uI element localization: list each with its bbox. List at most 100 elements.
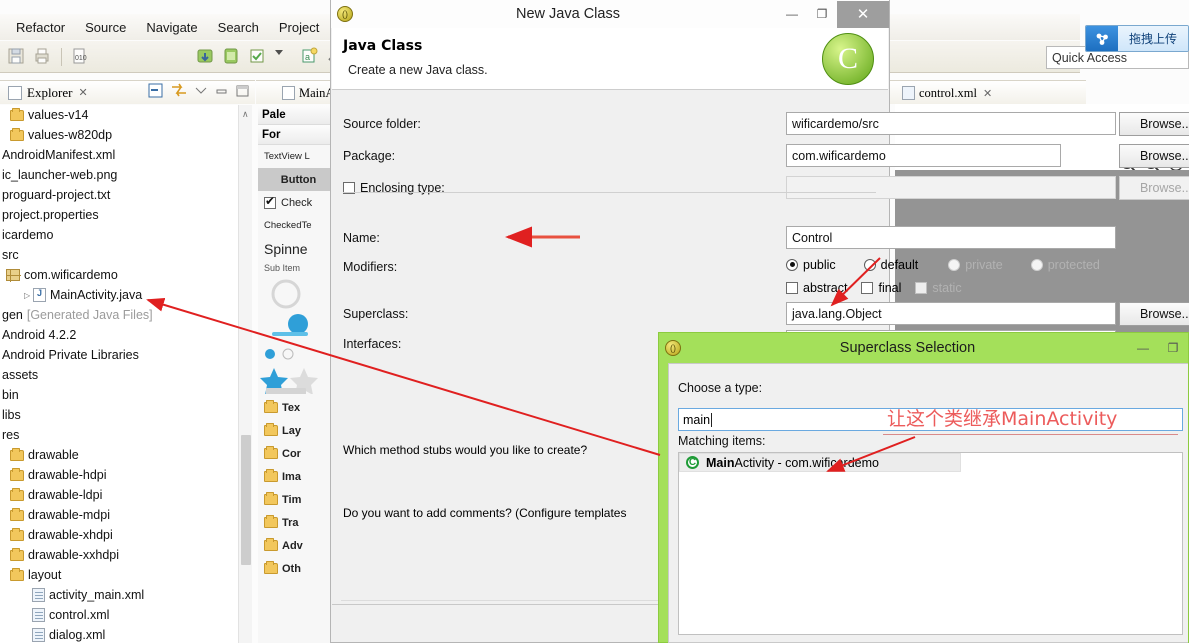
- tree-item[interactable]: drawable: [0, 445, 238, 465]
- link-with-editor-icon[interactable]: [171, 83, 187, 101]
- superclass-input[interactable]: java.lang.Object: [786, 302, 1116, 325]
- tree-item[interactable]: com.wificardemo: [0, 265, 238, 285]
- maximize-button[interactable]: ❐: [1158, 335, 1188, 362]
- modifier-option-public[interactable]: public: [786, 258, 836, 272]
- list-item[interactable]: C MainActivity - com.wificardemo: [679, 453, 961, 472]
- view-menu-icon[interactable]: [195, 85, 207, 99]
- minimize-button[interactable]: —: [1128, 335, 1158, 362]
- android-sdk-manager-icon[interactable]: [195, 46, 217, 68]
- matching-items-list[interactable]: C MainActivity - com.wificardemo: [678, 452, 1183, 635]
- binary-file-icon[interactable]: 010: [69, 46, 91, 68]
- save-icon[interactable]: [6, 46, 28, 68]
- menu-item-source[interactable]: Source: [75, 18, 136, 37]
- palette-group[interactable]: For: [258, 125, 339, 145]
- tree-item[interactable]: drawable-ldpi: [0, 485, 238, 505]
- tree-item[interactable]: layout: [0, 565, 238, 585]
- print-icon[interactable]: [32, 46, 54, 68]
- editor-tab-controlxml[interactable]: control.xml ✕: [896, 81, 998, 105]
- maximize-button[interactable]: ❐: [807, 1, 837, 28]
- palette-item[interactable]: Button: [258, 168, 339, 191]
- tree-item[interactable]: Android 4.2.2: [0, 325, 238, 345]
- android-avd-manager-icon[interactable]: [221, 46, 243, 68]
- drag-upload-button[interactable]: 拖拽上传: [1085, 25, 1189, 52]
- close-icon[interactable]: ✕: [78, 86, 87, 99]
- modifier-option-default[interactable]: default: [863, 258, 918, 272]
- tree-item[interactable]: AndroidManifest.xml: [0, 145, 238, 165]
- palette-item[interactable]: Spinne: [258, 237, 339, 260]
- tree-item[interactable]: ▷ MainActivity.java: [0, 285, 238, 305]
- tree-item[interactable]: control.xml: [0, 605, 238, 625]
- palette-item[interactable]: Lay: [258, 419, 339, 442]
- enclosing-type-row[interactable]: Enclosing type:: [343, 176, 493, 200]
- tree-item[interactable]: drawable-xxhdpi: [0, 545, 238, 565]
- menu-item-search[interactable]: Search: [208, 18, 269, 37]
- close-button[interactable]: ✕: [837, 0, 889, 28]
- source-folder-input[interactable]: wificardemo/src: [786, 112, 1116, 135]
- menu-item-project[interactable]: Project: [269, 18, 329, 37]
- minimize-view-icon[interactable]: [215, 85, 228, 99]
- explorer-scrollbar[interactable]: ∧: [238, 105, 252, 643]
- tree-item[interactable]: res: [0, 425, 238, 445]
- check-icon[interactable]: [247, 46, 269, 68]
- package-explorer-tree[interactable]: values-v14 values-w820dp AndroidManifest.x…: [0, 105, 238, 643]
- dialog-title: New Java Class: [516, 6, 620, 22]
- tree-item[interactable]: gen [Generated Java Files]: [0, 305, 238, 325]
- tree-item[interactable]: values-w820dp: [0, 125, 238, 145]
- close-icon[interactable]: ✕: [983, 87, 992, 100]
- palette-item[interactable]: Cor: [258, 442, 339, 465]
- scrollbar-thumb[interactable]: [241, 435, 251, 565]
- chevron-down-icon[interactable]: [273, 46, 295, 68]
- palette-group[interactable]: Pale: [258, 105, 339, 125]
- modifiers-checkbox-group[interactable]: abstract final static: [786, 278, 1126, 297]
- layout-palette[interactable]: Pale For TextView L Button Check CheckedTe Spi…: [258, 105, 340, 643]
- package-browse-button[interactable]: Browse...: [1119, 144, 1189, 168]
- palette-item[interactable]: CheckedTe: [258, 214, 339, 237]
- palette-item[interactable]: Sub Item: [258, 260, 339, 276]
- superclass-selection-dialog[interactable]: Superclass Selection — ❐ Choose a type: …: [658, 332, 1189, 643]
- palette-item[interactable]: Tex: [258, 396, 339, 419]
- tree-item[interactable]: proguard-project.txt: [0, 185, 238, 205]
- tree-item[interactable]: libs: [0, 405, 238, 425]
- palette-item[interactable]: TextView L: [258, 145, 339, 168]
- tree-item[interactable]: src: [0, 245, 238, 265]
- palette-item[interactable]: Check: [258, 191, 339, 214]
- palette-item-label: Tex: [282, 401, 301, 414]
- modifier-option-private: private: [948, 258, 1003, 272]
- superclass-browse-button[interactable]: Browse...: [1119, 302, 1189, 326]
- modifier-option-final[interactable]: final: [861, 281, 901, 295]
- menu-item-navigate[interactable]: Navigate: [136, 18, 207, 37]
- palette-item[interactable]: Ima: [258, 465, 339, 488]
- source-folder-browse-button[interactable]: Browse...: [1119, 112, 1189, 136]
- collapse-all-icon[interactable]: [148, 83, 163, 101]
- scroll-up-icon[interactable]: ∧: [242, 109, 249, 120]
- tree-item[interactable]: ic_launcher-web.png: [0, 165, 238, 185]
- tree-item[interactable]: bin: [0, 385, 238, 405]
- tree-item[interactable]: drawable-mdpi: [0, 505, 238, 525]
- tree-item[interactable]: icardemo: [0, 225, 238, 245]
- modifiers-radio-group[interactable]: public default private protected: [786, 255, 1126, 274]
- palette-item[interactable]: Tim: [258, 488, 339, 511]
- folder-icon: [264, 423, 278, 436]
- maximize-view-icon[interactable]: [236, 85, 249, 100]
- tree-item[interactable]: values-v14: [0, 105, 238, 125]
- name-input[interactable]: Control: [786, 226, 1116, 249]
- tree-item[interactable]: drawable-xhdpi: [0, 525, 238, 545]
- package-input[interactable]: com.wificardemo: [786, 144, 1061, 167]
- java-file-icon: [282, 86, 295, 100]
- tree-item[interactable]: dialog.xml: [0, 625, 238, 643]
- palette-item[interactable]: Oth: [258, 557, 339, 580]
- tree-item[interactable]: drawable-hdpi: [0, 465, 238, 485]
- tree-item[interactable]: assets: [0, 365, 238, 385]
- modifier-option-abstract[interactable]: abstract: [786, 281, 847, 295]
- tree-item[interactable]: activity_main.xml: [0, 585, 238, 605]
- menu-item-refactor[interactable]: Refactor: [6, 18, 75, 37]
- modifier-label: public: [803, 257, 836, 272]
- tree-item[interactable]: Android Private Libraries: [0, 345, 238, 365]
- expand-arrow-icon[interactable]: ▷: [24, 291, 33, 300]
- new-android-project-icon[interactable]: a: [299, 46, 321, 68]
- tree-item[interactable]: project.properties: [0, 205, 238, 225]
- palette-item[interactable]: Tra: [258, 511, 339, 534]
- minimize-button[interactable]: —: [777, 1, 807, 28]
- annotation-underline: [883, 434, 1178, 435]
- palette-item[interactable]: Adv: [258, 534, 339, 557]
